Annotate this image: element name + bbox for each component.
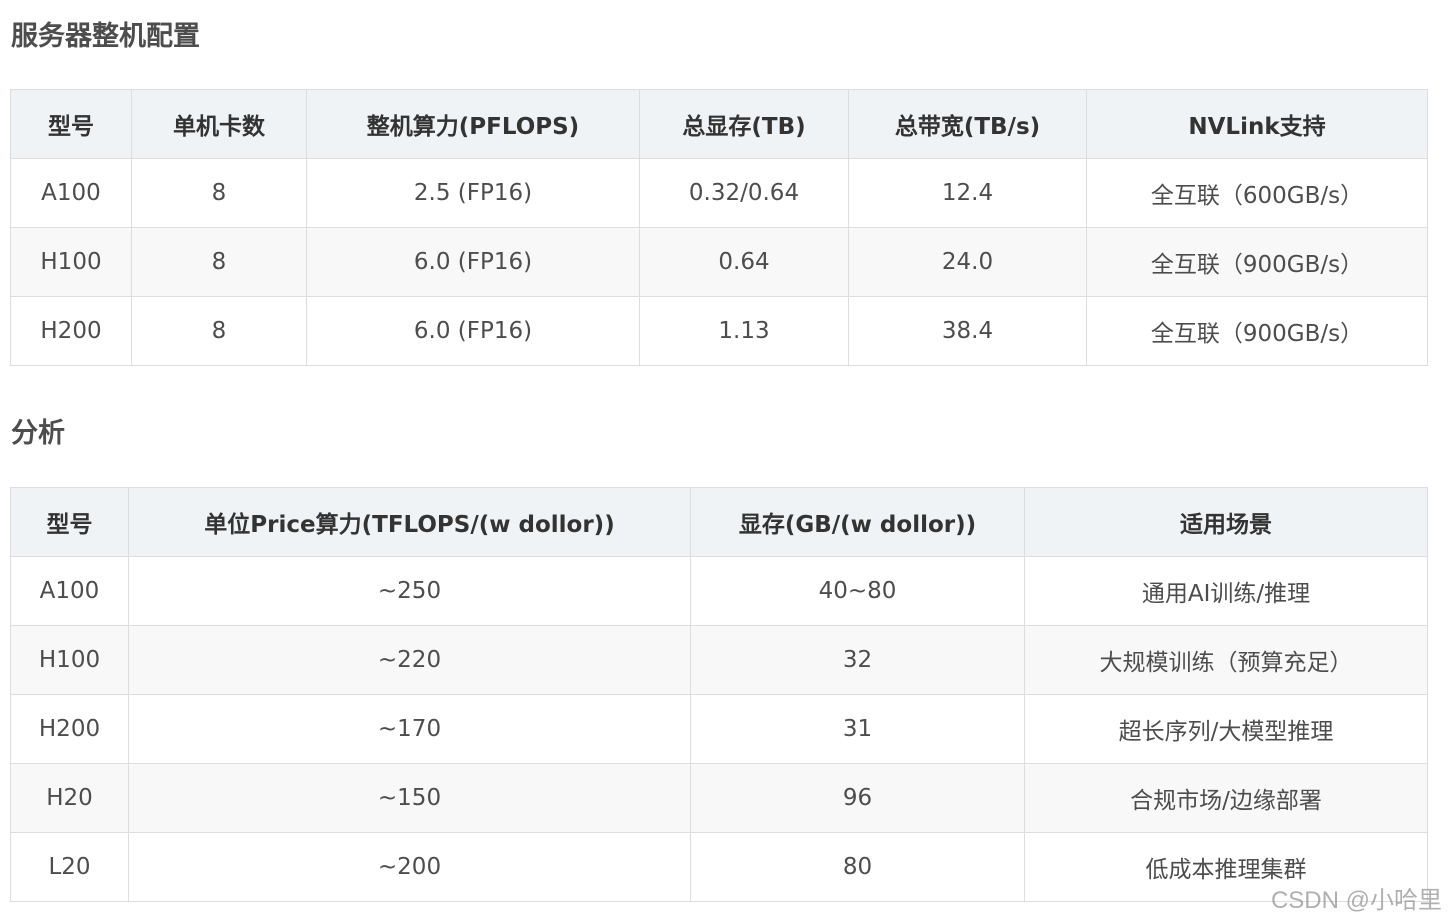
table-cell: H100 <box>10 227 132 297</box>
table-header-row: 型号 单机卡数 整机算力(PFLOPS) 总显存(TB) 总带宽(TB/s) N… <box>10 89 1428 159</box>
table-cell: 80 <box>690 832 1025 902</box>
table-row: H100 ~220 32 大规模训练（预算充足） <box>10 625 1428 695</box>
table-cell: ~150 <box>128 763 691 833</box>
table-cell: 32 <box>690 625 1025 695</box>
table-cell: H20 <box>10 763 129 833</box>
table-cell: ~200 <box>128 832 691 902</box>
table-cell: 超长序列/大模型推理 <box>1024 694 1428 764</box>
table-cell: 38.4 <box>848 296 1087 366</box>
column-header: 型号 <box>10 487 129 557</box>
table-cell: 大规模训练（预算充足） <box>1024 625 1428 695</box>
table-row: A100 ~250 40~80 通用AI训练/推理 <box>10 556 1428 626</box>
table-cell: 合规市场/边缘部署 <box>1024 763 1428 833</box>
table-cell: 全互联（900GB/s） <box>1086 296 1428 366</box>
table-cell: 6.0 (FP16) <box>306 227 640 297</box>
table-cell: 24.0 <box>848 227 1087 297</box>
table-row: H200 ~170 31 超长序列/大模型推理 <box>10 694 1428 764</box>
table-cell: A100 <box>10 158 132 228</box>
table-cell: 0.32/0.64 <box>639 158 849 228</box>
column-header: 总显存(TB) <box>639 89 849 159</box>
table-cell: A100 <box>10 556 129 626</box>
table-cell: ~220 <box>128 625 691 695</box>
table-row: L20 ~200 80 低成本推理集群 <box>10 832 1428 902</box>
table-cell: 1.13 <box>639 296 849 366</box>
column-header: 整机算力(PFLOPS) <box>306 89 640 159</box>
column-header: 型号 <box>10 89 132 159</box>
table-cell: 通用AI训练/推理 <box>1024 556 1428 626</box>
table-cell: 96 <box>690 763 1025 833</box>
table-cell: 全互联（600GB/s） <box>1086 158 1428 228</box>
table-cell: L20 <box>10 832 129 902</box>
table-cell: 2.5 (FP16) <box>306 158 640 228</box>
table-cell: 12.4 <box>848 158 1087 228</box>
column-header: 单机卡数 <box>131 89 307 159</box>
column-header: 总带宽(TB/s) <box>848 89 1087 159</box>
column-header: 适用场景 <box>1024 487 1428 557</box>
analysis-table: 型号 单位Price算力(TFLOPS/(w dollor)) 显存(GB/(w… <box>10 487 1428 902</box>
column-header: 单位Price算力(TFLOPS/(w dollor)) <box>128 487 691 557</box>
table-cell: 40~80 <box>690 556 1025 626</box>
server-config-table: 型号 单机卡数 整机算力(PFLOPS) 总显存(TB) 总带宽(TB/s) N… <box>10 89 1428 366</box>
table-cell: 8 <box>131 227 307 297</box>
column-header: 显存(GB/(w dollor)) <box>690 487 1025 557</box>
table-cell: 全互联（900GB/s） <box>1086 227 1428 297</box>
table-cell: 31 <box>690 694 1025 764</box>
table-row: H20 ~150 96 合规市场/边缘部署 <box>10 763 1428 833</box>
watermark: CSDN @小哈里 <box>1270 887 1442 914</box>
column-header: NVLink支持 <box>1086 89 1428 159</box>
table-row: A100 8 2.5 (FP16) 0.32/0.64 12.4 全互联（600… <box>10 158 1428 228</box>
table-cell: ~170 <box>128 694 691 764</box>
table-cell: 0.64 <box>639 227 849 297</box>
table-cell: 8 <box>131 158 307 228</box>
table-cell: H200 <box>10 694 129 764</box>
table-cell: H200 <box>10 296 132 366</box>
table-cell: 8 <box>131 296 307 366</box>
table-row: H100 8 6.0 (FP16) 0.64 24.0 全互联（900GB/s） <box>10 227 1428 297</box>
table-row: H200 8 6.0 (FP16) 1.13 38.4 全互联（900GB/s） <box>10 296 1428 366</box>
section-title-analysis: 分析 <box>11 418 65 449</box>
table-cell: 6.0 (FP16) <box>306 296 640 366</box>
table-header-row: 型号 单位Price算力(TFLOPS/(w dollor)) 显存(GB/(w… <box>10 487 1428 557</box>
section-title-server-config: 服务器整机配置 <box>11 21 200 52</box>
table-cell: H100 <box>10 625 129 695</box>
table-cell: ~250 <box>128 556 691 626</box>
